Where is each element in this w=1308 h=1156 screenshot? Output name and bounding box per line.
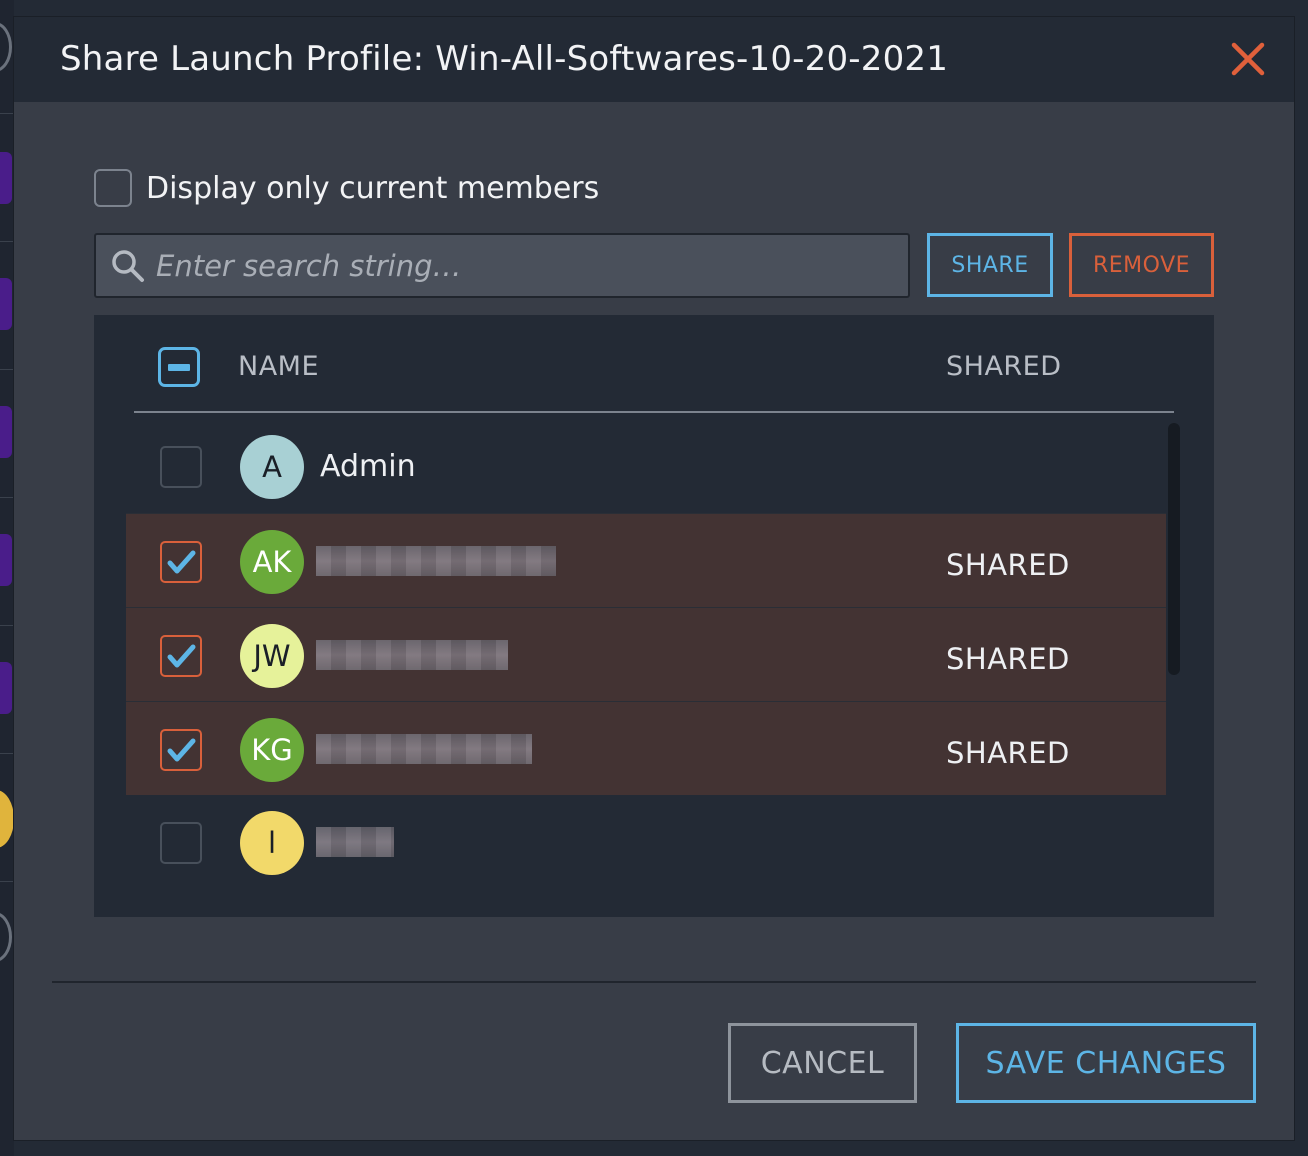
member-name: Admin — [320, 449, 416, 484]
background-divider — [0, 497, 14, 498]
checkmark-icon — [167, 550, 196, 574]
row-checkbox[interactable] — [160, 729, 202, 771]
background-divider — [0, 881, 14, 882]
shared-status: SHARED — [946, 548, 1070, 582]
row-checkbox[interactable] — [160, 541, 202, 583]
shared-status: SHARED — [946, 642, 1070, 676]
remove-button[interactable]: REMOVE — [1069, 233, 1214, 297]
search-box — [94, 233, 910, 298]
display-current-members-filter: Display only current members — [94, 167, 599, 209]
avatar: JW — [240, 624, 304, 688]
table-row[interactable]: l — [126, 795, 1166, 888]
table-row[interactable]: AK SHARED — [126, 513, 1166, 607]
display-current-members-label: Display only current members — [146, 170, 600, 206]
checkmark-icon — [167, 644, 196, 668]
background-divider — [0, 241, 14, 242]
background-hex-icon — [0, 662, 12, 714]
background-divider — [0, 625, 14, 626]
search-icon — [112, 249, 144, 282]
table-row[interactable]: KG SHARED — [126, 701, 1166, 795]
table-row[interactable]: JW SHARED — [126, 607, 1166, 701]
members-table: NAME SHARED A Admin AK SHARED JW SHARED … — [94, 315, 1214, 917]
select-all-checkbox[interactable] — [158, 347, 200, 387]
background-divider — [0, 369, 14, 370]
column-header-shared: SHARED — [946, 351, 1062, 382]
close-icon — [1231, 42, 1265, 76]
background-divider — [0, 753, 14, 754]
minus-icon — [168, 364, 190, 371]
row-checkbox[interactable] — [160, 446, 202, 488]
column-header-name: NAME — [238, 351, 320, 382]
footer-divider — [52, 981, 1256, 983]
avatar: AK — [240, 530, 304, 594]
background-hex-icon — [0, 534, 12, 586]
dialog-title: Share Launch Profile: Win-All-Softwares-… — [60, 39, 949, 79]
redacted-name — [316, 734, 532, 764]
checkmark-icon — [167, 738, 196, 762]
table-header: NAME SHARED — [134, 315, 1174, 413]
display-current-members-checkbox[interactable] — [94, 169, 132, 207]
share-launch-profile-dialog: Share Launch Profile: Win-All-Softwares-… — [14, 17, 1294, 1140]
row-checkbox[interactable] — [160, 822, 202, 864]
save-changes-button[interactable]: SAVE CHANGES — [956, 1023, 1256, 1103]
redacted-name — [316, 640, 508, 670]
table-row[interactable]: A Admin — [126, 419, 1166, 512]
share-button[interactable]: SHARE — [927, 233, 1053, 297]
background-hex-icon — [0, 278, 12, 330]
redacted-name — [316, 827, 394, 857]
background-divider — [0, 113, 14, 114]
cancel-button[interactable]: CANCEL — [728, 1023, 917, 1103]
table-scrollbar[interactable] — [1168, 423, 1180, 675]
background-hex-icon — [0, 152, 12, 204]
close-button[interactable] — [1228, 39, 1268, 79]
avatar: A — [240, 435, 304, 499]
shared-status: SHARED — [946, 736, 1070, 770]
avatar: KG — [240, 718, 304, 782]
dialog-header: Share Launch Profile: Win-All-Softwares-… — [14, 17, 1294, 102]
search-input[interactable] — [154, 239, 898, 292]
avatar: l — [240, 811, 304, 875]
redacted-name — [316, 546, 556, 576]
background-hex-icon — [0, 406, 12, 458]
row-checkbox[interactable] — [160, 635, 202, 677]
